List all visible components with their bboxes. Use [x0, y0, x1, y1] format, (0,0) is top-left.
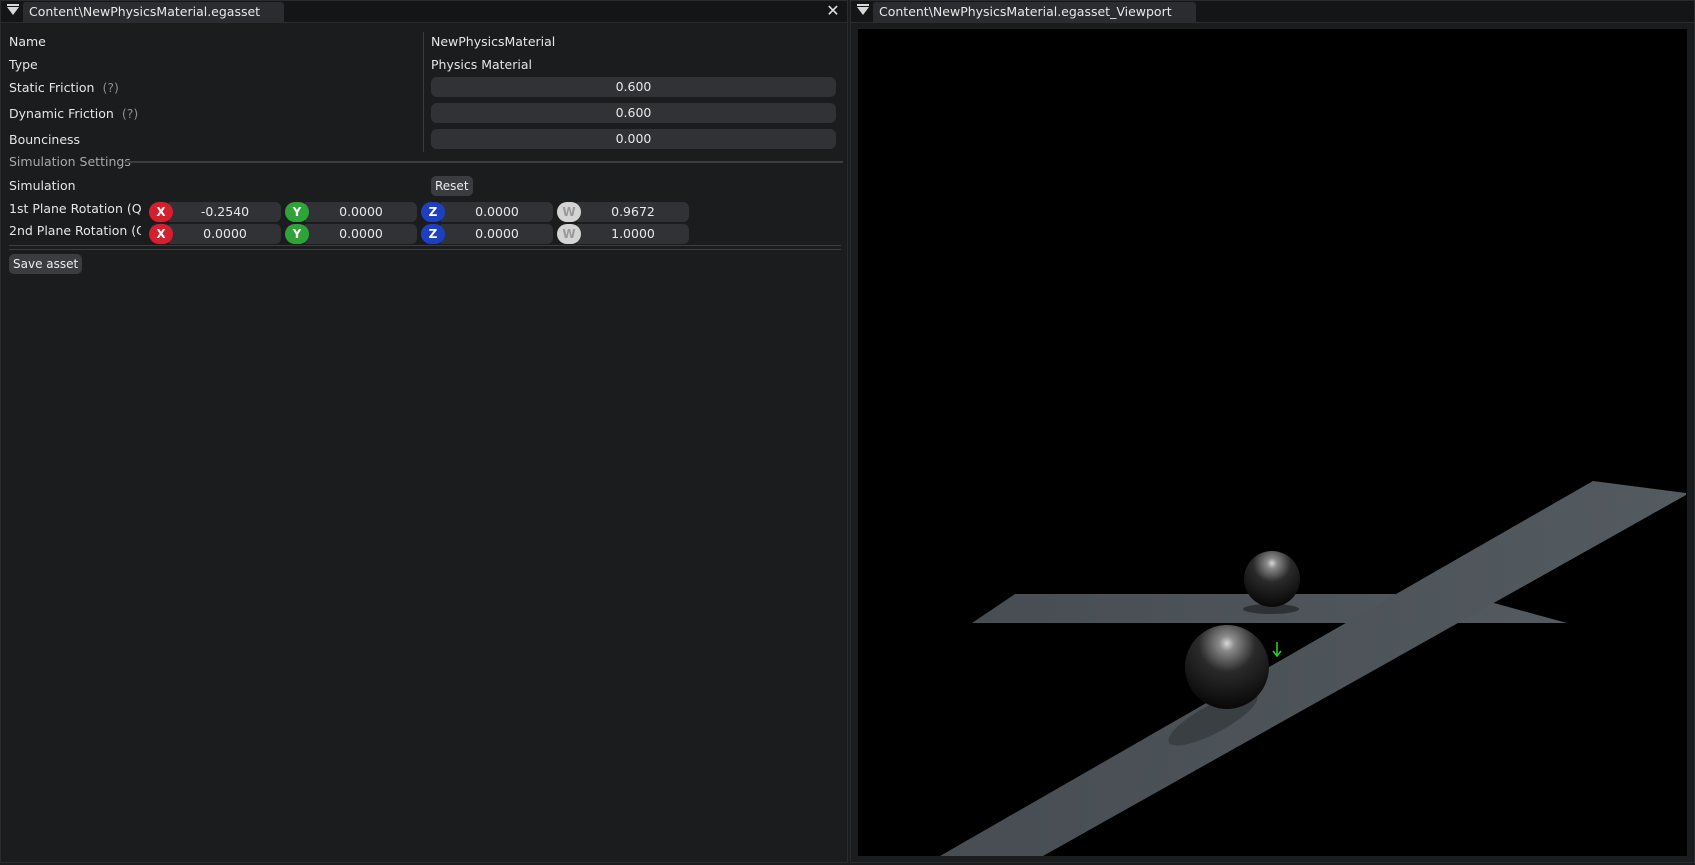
viewport-tab[interactable]: Content\NewPhysicsMaterial.egasset_Viewp…	[873, 2, 1196, 22]
reset-button[interactable]: Reset	[431, 176, 473, 196]
plane2-x-field[interactable]: 0.0000	[169, 224, 281, 244]
viewport-titlebar: Content\NewPhysicsMaterial.egasset_Viewp…	[851, 1, 1694, 23]
dynamic-friction-label: Dynamic Friction (?)	[9, 103, 138, 125]
plane2-x-label: X	[149, 224, 173, 244]
static-friction-field[interactable]: 0.600	[431, 77, 836, 97]
simulation-settings-header: Simulation Settings	[9, 154, 131, 169]
dynamic-friction-help[interactable]: (?)	[122, 106, 138, 121]
menu-triangle-icon[interactable]	[7, 4, 19, 15]
dynamic-friction-field[interactable]: 0.600	[431, 103, 836, 123]
plane1-z-field[interactable]: 0.0000	[441, 202, 553, 222]
plane1-w-field[interactable]: 0.9672	[577, 202, 689, 222]
name-label: Name	[9, 34, 46, 49]
bottom-separator-2	[9, 249, 841, 250]
plane2-y-label: Y	[285, 224, 309, 244]
plane1-x-field[interactable]: -0.2540	[169, 202, 281, 222]
type-label: Type	[9, 57, 38, 72]
tilted-plane	[940, 481, 1686, 856]
small-sphere	[1244, 551, 1300, 607]
plane2-w-label: W	[557, 224, 581, 244]
editor-tab[interactable]: Content\NewPhysicsMaterial.egasset	[23, 2, 285, 22]
gravity-arrow-icon	[1272, 642, 1282, 658]
column-separator[interactable]	[423, 32, 424, 152]
simulation-label: Simulation	[9, 178, 76, 193]
physics-scene	[940, 481, 1686, 856]
material-editor-panel: Content\NewPhysicsMaterial.egasset ✕ Nam…	[0, 0, 848, 863]
static-friction-label: Static Friction (?)	[9, 77, 119, 99]
close-icon[interactable]: ✕	[825, 2, 841, 20]
plane2-y-field[interactable]: 0.0000	[305, 224, 417, 244]
dynamic-friction-text: Dynamic Friction	[9, 106, 114, 121]
menu-triangle-icon[interactable]	[857, 4, 869, 15]
plane1-z-label: Z	[421, 202, 445, 222]
bottom-separator-1	[9, 245, 841, 246]
static-friction-text: Static Friction	[9, 80, 95, 95]
plane2-w-field[interactable]: 1.0000	[577, 224, 689, 244]
plane1-w-label: W	[557, 202, 581, 222]
type-value: Physics Material	[431, 57, 532, 72]
bounciness-label: Bounciness	[9, 132, 81, 147]
plane1-y-label: Y	[285, 202, 309, 222]
editor-titlebar: Content\NewPhysicsMaterial.egasset ✕	[1, 1, 847, 23]
big-sphere	[1185, 625, 1269, 709]
plane1-y-field[interactable]: 0.0000	[305, 202, 417, 222]
plane2-z-label: Z	[421, 224, 445, 244]
save-asset-button[interactable]: Save asset	[9, 254, 83, 274]
plane2-z-field[interactable]: 0.0000	[441, 224, 553, 244]
static-friction-help[interactable]: (?)	[102, 80, 118, 95]
viewport-canvas[interactable]	[858, 29, 1687, 856]
name-value: NewPhysicsMaterial	[431, 34, 556, 49]
plane2-rotation-label: 2nd Plane Rotation (Qua	[9, 223, 141, 238]
plane1-x-label: X	[149, 202, 173, 222]
bounciness-field[interactable]: 0.000	[431, 129, 836, 149]
section-divider	[123, 161, 843, 163]
plane1-rotation-label: 1st Plane Rotation (Quat	[9, 201, 141, 216]
